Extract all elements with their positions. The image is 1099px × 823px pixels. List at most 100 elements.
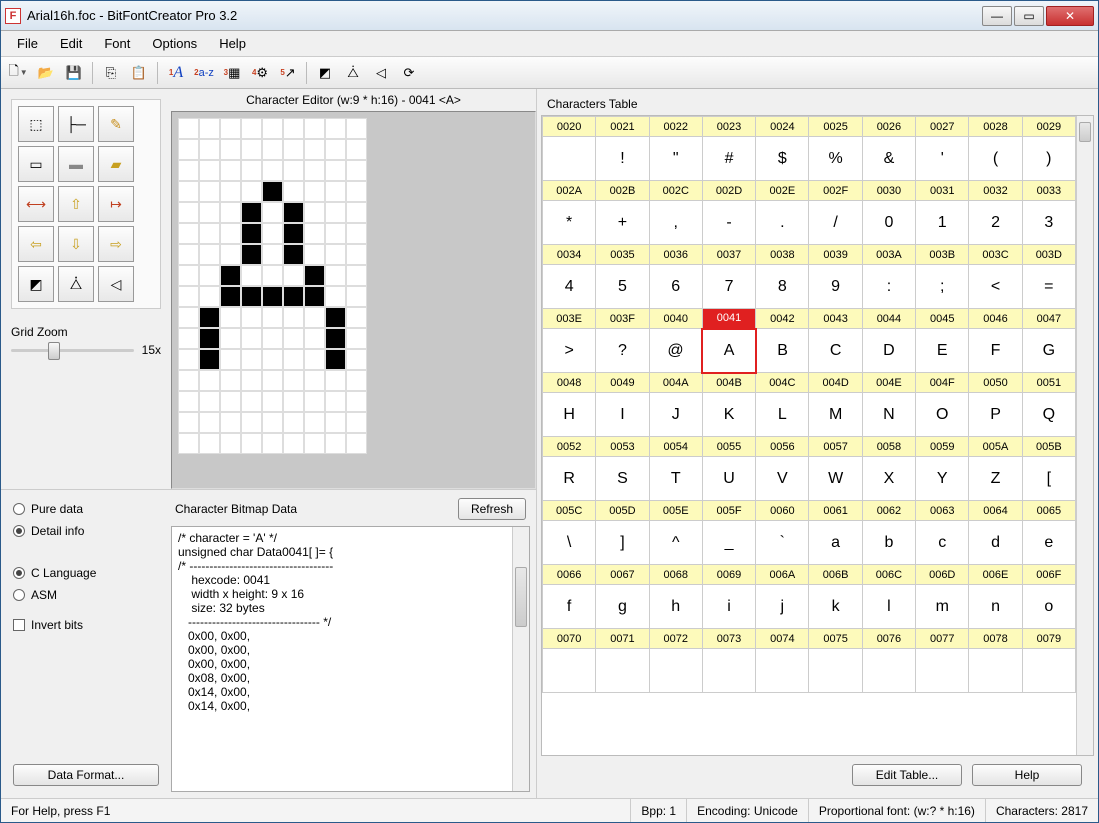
scrollbar[interactable] — [1076, 116, 1093, 755]
char-code[interactable]: 004C — [756, 373, 809, 393]
pixel[interactable] — [178, 160, 199, 181]
pixel[interactable] — [199, 307, 220, 328]
char-glyph[interactable]: + — [596, 201, 649, 245]
char-code[interactable]: 0059 — [916, 437, 969, 457]
char-glyph[interactable] — [756, 649, 809, 693]
char-glyph[interactable]: i — [702, 585, 755, 629]
pixel[interactable] — [283, 265, 304, 286]
char-code[interactable]: 0032 — [969, 181, 1022, 201]
char-glyph[interactable]: 9 — [809, 265, 862, 309]
char-code[interactable]: 0030 — [862, 181, 915, 201]
pixel[interactable] — [283, 370, 304, 391]
pixel[interactable] — [241, 118, 262, 139]
char-glyph[interactable]: b — [862, 521, 915, 565]
char-code[interactable]: 0046 — [969, 309, 1022, 329]
char-code[interactable]: 005C — [543, 501, 596, 521]
scrollbar-thumb[interactable] — [1079, 122, 1091, 142]
pixel[interactable] — [325, 118, 346, 139]
char-code[interactable]: 002C — [649, 181, 702, 201]
char-code[interactable]: 002A — [543, 181, 596, 201]
char-glyph[interactable]: , — [649, 201, 702, 245]
char-glyph[interactable]: R — [543, 457, 596, 501]
char-code[interactable]: 0079 — [1022, 629, 1075, 649]
pixel[interactable] — [178, 349, 199, 370]
char-glyph[interactable]: e — [1022, 521, 1075, 565]
char-glyph[interactable]: h — [649, 585, 702, 629]
char-glyph[interactable]: 7 — [702, 265, 755, 309]
menu-font[interactable]: Font — [94, 32, 140, 55]
radio-detail-info[interactable]: Detail info — [13, 524, 159, 538]
pixel[interactable] — [220, 328, 241, 349]
pixel[interactable] — [220, 307, 241, 328]
char-glyph[interactable]: c — [916, 521, 969, 565]
pixel[interactable] — [325, 160, 346, 181]
pixel[interactable] — [346, 265, 367, 286]
pixel[interactable] — [283, 328, 304, 349]
menu-options[interactable]: Options — [142, 32, 207, 55]
char-code[interactable]: 0071 — [596, 629, 649, 649]
char-glyph[interactable]: : — [862, 265, 915, 309]
char-code[interactable]: 0039 — [809, 245, 862, 265]
pixel[interactable] — [199, 181, 220, 202]
char-code[interactable]: 004B — [702, 373, 755, 393]
pixel[interactable] — [283, 433, 304, 454]
pixel[interactable] — [346, 202, 367, 223]
char-code[interactable]: 0076 — [862, 629, 915, 649]
pixel[interactable] — [346, 286, 367, 307]
pixel[interactable] — [304, 433, 325, 454]
pixel[interactable] — [346, 181, 367, 202]
char-glyph[interactable]: # — [702, 137, 755, 181]
pixel[interactable] — [178, 181, 199, 202]
radio-pure-data[interactable]: Pure data — [13, 502, 159, 516]
pixel[interactable] — [241, 265, 262, 286]
pixel-canvas[interactable] — [178, 118, 367, 454]
pixel[interactable] — [346, 328, 367, 349]
pixel[interactable] — [304, 328, 325, 349]
pixel[interactable] — [325, 349, 346, 370]
char-code[interactable]: 003F — [596, 309, 649, 329]
save-button[interactable]: 💾 — [61, 60, 87, 86]
pixel[interactable] — [346, 223, 367, 244]
pixel[interactable] — [262, 202, 283, 223]
char-code[interactable]: 0038 — [756, 245, 809, 265]
pixel[interactable] — [199, 286, 220, 307]
char-glyph[interactable]: Y — [916, 457, 969, 501]
char-glyph[interactable]: 4 — [543, 265, 596, 309]
move-down-tool[interactable]: ⇩ — [58, 226, 94, 262]
pixel[interactable] — [304, 139, 325, 160]
char-code[interactable]: 0050 — [969, 373, 1022, 393]
char-code[interactable]: 0026 — [862, 117, 915, 137]
pixel[interactable] — [220, 118, 241, 139]
pixel[interactable] — [220, 139, 241, 160]
import-font-button[interactable]: 1A — [163, 60, 189, 86]
char-code[interactable]: 0054 — [649, 437, 702, 457]
pencil-tool[interactable]: ✎ — [98, 106, 134, 142]
char-glyph[interactable]: N — [862, 393, 915, 437]
char-glyph[interactable]: U — [702, 457, 755, 501]
export-button[interactable]: 5↗ — [275, 60, 301, 86]
pixel[interactable] — [262, 181, 283, 202]
pixel[interactable] — [283, 391, 304, 412]
char-glyph[interactable]: f — [543, 585, 596, 629]
char-code[interactable]: 0062 — [862, 501, 915, 521]
pixel[interactable] — [346, 370, 367, 391]
pixel[interactable] — [220, 265, 241, 286]
pixel[interactable] — [220, 244, 241, 265]
edit-table-button[interactable]: Edit Table... — [852, 764, 962, 786]
char-code[interactable]: 003C — [969, 245, 1022, 265]
char-code[interactable]: 004D — [809, 373, 862, 393]
data-format-button[interactable]: Data Format... — [13, 764, 159, 786]
mirror-v-tool[interactable]: ◁ — [98, 266, 134, 302]
move-left-tool[interactable]: ⇦ — [18, 226, 54, 262]
pixel[interactable] — [325, 181, 346, 202]
char-code[interactable]: 003B — [916, 245, 969, 265]
pixel[interactable] — [304, 286, 325, 307]
char-code[interactable]: 0031 — [916, 181, 969, 201]
char-glyph[interactable]: T — [649, 457, 702, 501]
char-range-button[interactable]: 2a-z — [191, 60, 217, 86]
pixel[interactable] — [199, 433, 220, 454]
pixel[interactable] — [199, 160, 220, 181]
pixel[interactable] — [199, 391, 220, 412]
char-code[interactable]: 002E — [756, 181, 809, 201]
char-code[interactable]: 0022 — [649, 117, 702, 137]
